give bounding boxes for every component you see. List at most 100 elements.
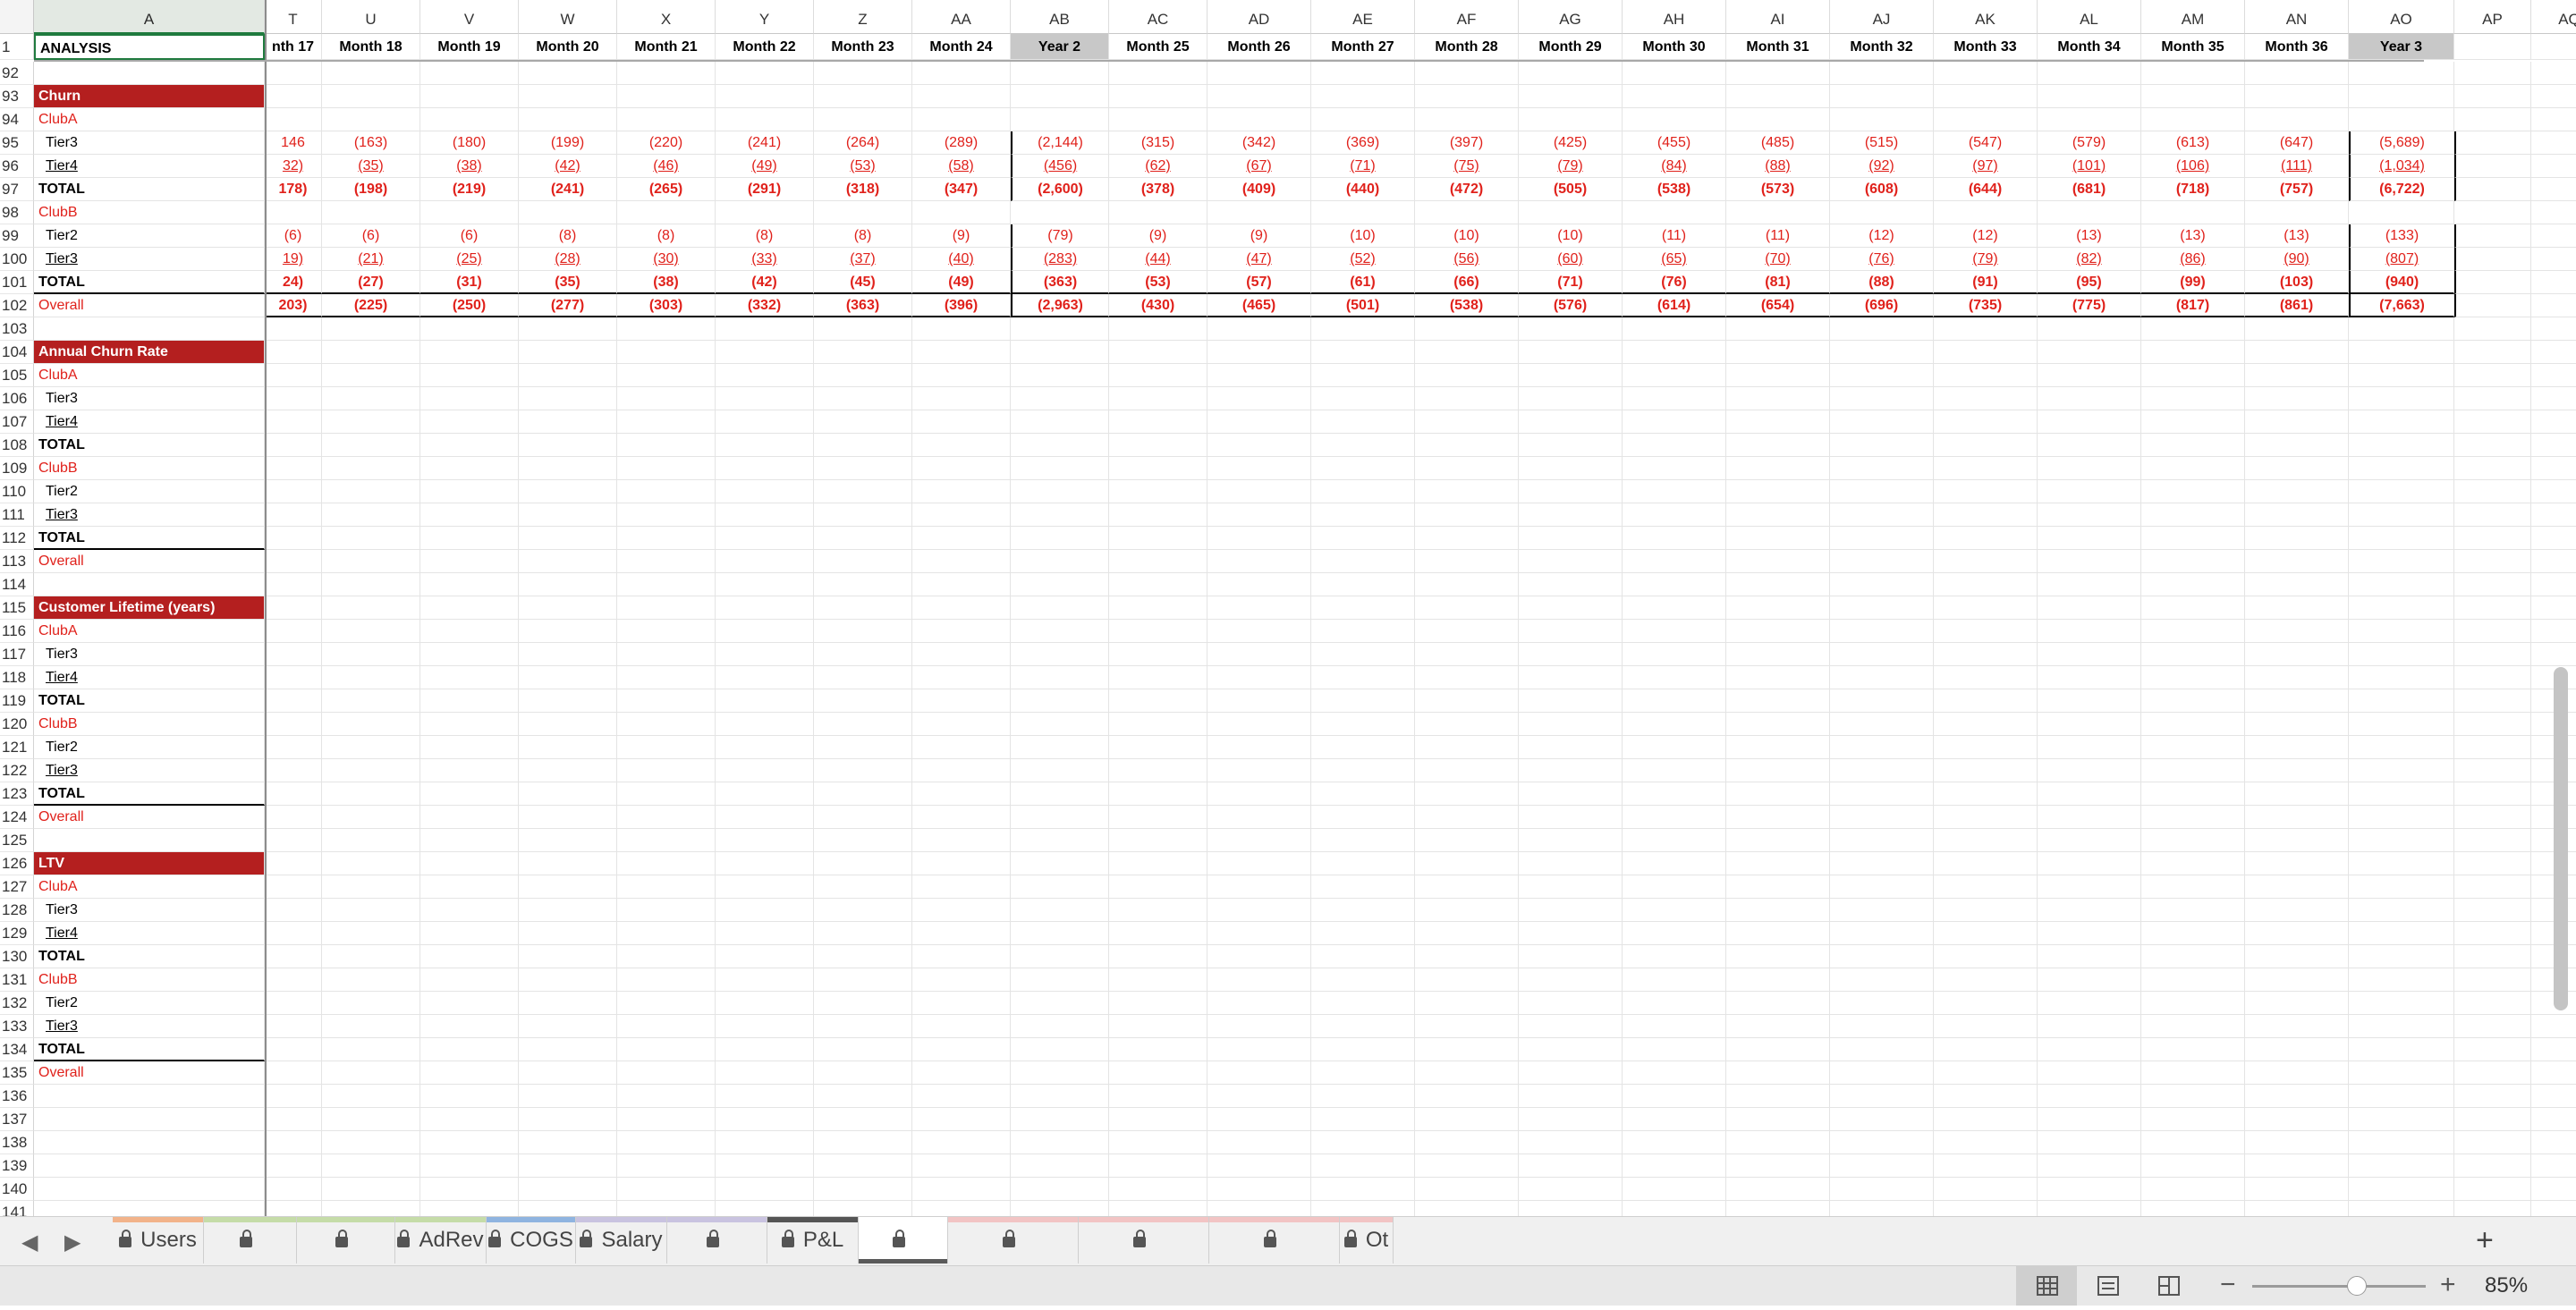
value-cell[interactable]: (363) xyxy=(1011,271,1109,294)
empty-cell[interactable] xyxy=(1623,1154,1726,1178)
empty-cell[interactable] xyxy=(2349,945,2454,968)
value-cell[interactable]: (198) xyxy=(322,178,420,201)
empty-cell[interactable] xyxy=(2141,387,2245,410)
empty-cell[interactable] xyxy=(1415,736,1519,759)
empty-cell[interactable] xyxy=(814,968,912,992)
empty-cell[interactable] xyxy=(420,736,519,759)
column-header-ag[interactable]: AG xyxy=(1519,0,1623,34)
row-label-clubb[interactable]: ClubB xyxy=(34,968,265,992)
value-cell[interactable]: (681) xyxy=(2038,178,2141,201)
empty-cell[interactable] xyxy=(814,1178,912,1201)
chevron-left-icon[interactable]: ◀ xyxy=(21,1230,38,1255)
empty-cell[interactable] xyxy=(1830,666,1934,689)
empty-cell[interactable] xyxy=(716,992,814,1015)
empty-cell[interactable] xyxy=(420,527,519,550)
empty-cell[interactable] xyxy=(519,1154,617,1178)
empty-cell[interactable] xyxy=(2531,480,2576,503)
empty-cell[interactable] xyxy=(617,922,716,945)
empty-cell[interactable] xyxy=(617,968,716,992)
empty-cell[interactable] xyxy=(1830,550,1934,573)
empty-cell[interactable] xyxy=(2349,643,2454,666)
value-cell[interactable]: (396) xyxy=(912,294,1011,317)
empty-cell[interactable] xyxy=(912,829,1011,852)
row-label-tier2[interactable]: Tier2 xyxy=(34,480,265,503)
empty-cell[interactable] xyxy=(1208,1061,1311,1085)
empty-cell[interactable] xyxy=(1519,1131,1623,1154)
value-cell[interactable]: (92) xyxy=(1830,155,1934,178)
empty-cell[interactable] xyxy=(912,922,1011,945)
empty-cell[interactable] xyxy=(1519,992,1623,1015)
empty-cell[interactable] xyxy=(1109,457,1208,480)
empty-cell[interactable] xyxy=(420,317,519,341)
row-header[interactable]: 134 xyxy=(0,1038,34,1061)
empty-cell[interactable] xyxy=(420,806,519,829)
empty-cell[interactable] xyxy=(1830,852,1934,875)
empty-cell[interactable] xyxy=(1623,1061,1726,1085)
empty-cell[interactable] xyxy=(1311,108,1415,131)
empty-cell[interactable] xyxy=(1830,1131,1934,1154)
empty-cell[interactable] xyxy=(2245,550,2349,573)
empty-cell[interactable] xyxy=(1934,85,2038,108)
row-header[interactable]: 137 xyxy=(0,1108,34,1131)
empty-cell[interactable] xyxy=(1208,736,1311,759)
empty-cell[interactable] xyxy=(2038,829,2141,852)
empty-cell[interactable] xyxy=(1415,1108,1519,1131)
empty-cell[interactable] xyxy=(34,573,265,596)
empty-cell[interactable] xyxy=(1011,1131,1109,1154)
empty-cell[interactable] xyxy=(2141,713,2245,736)
empty-cell[interactable] xyxy=(1011,85,1109,108)
sheet-tab-users[interactable]: Users xyxy=(113,1217,204,1264)
value-cell[interactable]: (501) xyxy=(1311,294,1415,317)
empty-cell[interactable] xyxy=(2141,527,2245,550)
empty-cell[interactable] xyxy=(814,620,912,643)
empty-cell[interactable] xyxy=(716,1085,814,1108)
empty-cell[interactable] xyxy=(2349,503,2454,527)
value-cell[interactable]: (775) xyxy=(2038,294,2141,317)
empty-cell[interactable] xyxy=(1519,806,1623,829)
value-cell[interactable]: (25) xyxy=(420,248,519,271)
row-header[interactable]: 95 xyxy=(0,131,34,155)
empty-cell[interactable] xyxy=(912,1131,1011,1154)
empty-cell[interactable] xyxy=(2141,968,2245,992)
empty-cell[interactable] xyxy=(1311,1201,1415,1216)
empty-cell[interactable] xyxy=(2245,1201,2349,1216)
empty-cell[interactable] xyxy=(1519,364,1623,387)
column-header-ab[interactable]: AB xyxy=(1011,0,1109,34)
empty-cell[interactable] xyxy=(2141,480,2245,503)
value-cell[interactable]: (61) xyxy=(1311,271,1415,294)
empty-cell[interactable] xyxy=(1011,806,1109,829)
empty-cell[interactable] xyxy=(1726,945,1830,968)
empty-cell[interactable] xyxy=(1011,1061,1109,1085)
column-header-an[interactable]: AN xyxy=(2245,0,2349,34)
empty-cell[interactable] xyxy=(1311,1108,1415,1131)
empty-cell[interactable] xyxy=(34,829,265,852)
empty-cell[interactable] xyxy=(1934,1038,2038,1061)
empty-cell[interactable] xyxy=(1208,1038,1311,1061)
empty-cell[interactable] xyxy=(814,922,912,945)
sheet-tab-otherchannel1[interactable]: OtherChannel1 xyxy=(948,1217,1094,1298)
empty-cell[interactable] xyxy=(716,550,814,573)
empty-cell[interactable] xyxy=(1311,527,1415,550)
empty-cell[interactable] xyxy=(1934,364,2038,387)
empty-cell[interactable] xyxy=(2038,1061,2141,1085)
empty-cell[interactable] xyxy=(1934,201,2038,224)
value-cell[interactable]: (757) xyxy=(2245,178,2349,201)
empty-cell[interactable] xyxy=(2349,666,2454,689)
empty-cell[interactable] xyxy=(2454,224,2531,248)
empty-cell[interactable] xyxy=(1726,1178,1830,1201)
empty-cell[interactable] xyxy=(2349,1015,2454,1038)
empty-cell[interactable] xyxy=(2454,922,2531,945)
empty-cell[interactable] xyxy=(617,782,716,806)
empty-cell[interactable] xyxy=(1311,387,1415,410)
empty-cell[interactable] xyxy=(1109,713,1208,736)
empty-cell[interactable] xyxy=(1934,341,2038,364)
empty-cell[interactable] xyxy=(2454,1108,2531,1131)
empty-cell[interactable] xyxy=(322,550,420,573)
empty-cell[interactable] xyxy=(2038,620,2141,643)
empty-cell[interactable] xyxy=(814,852,912,875)
empty-cell[interactable] xyxy=(1830,829,1934,852)
row-label-overall[interactable]: Overall xyxy=(34,294,265,317)
empty-cell[interactable] xyxy=(2454,689,2531,713)
empty-cell[interactable] xyxy=(1623,829,1726,852)
empty-cell[interactable] xyxy=(265,1108,322,1131)
